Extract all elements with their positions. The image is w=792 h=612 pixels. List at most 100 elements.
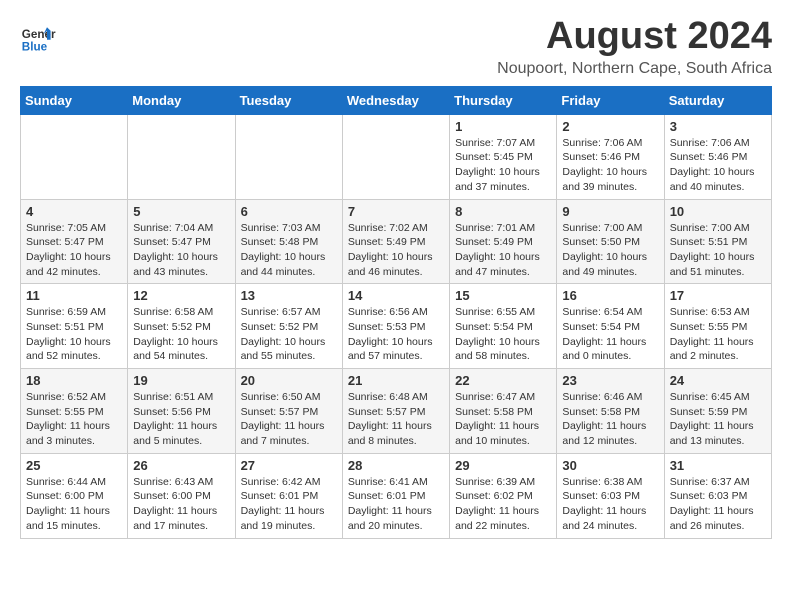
calendar-cell xyxy=(342,114,449,199)
day-number: 20 xyxy=(241,373,337,388)
day-number: 8 xyxy=(455,204,551,219)
day-info: Sunrise: 6:57 AM Sunset: 5:52 PM Dayligh… xyxy=(241,305,337,364)
calendar-cell: 13 Sunrise: 6:57 AM Sunset: 5:52 PM Dayli… xyxy=(235,284,342,369)
day-number: 29 xyxy=(455,458,551,473)
day-info: Sunrise: 6:55 AM Sunset: 5:54 PM Dayligh… xyxy=(455,305,551,364)
day-number: 17 xyxy=(670,288,766,303)
calendar-cell xyxy=(235,114,342,199)
calendar-cell xyxy=(128,114,235,199)
calendar-cell: 14Sunrise: 6:56 AM Sunset: 5:53 PM Dayli… xyxy=(342,284,449,369)
day-info: Sunrise: 6:50 AM Sunset: 5:57 PM Dayligh… xyxy=(241,390,337,449)
calendar-cell: 7 Sunrise: 7:02 AM Sunset: 5:49 PM Daylig… xyxy=(342,199,449,284)
calendar-header-saturday: Saturday xyxy=(664,86,771,114)
calendar-header-friday: Friday xyxy=(557,86,664,114)
calendar-header-tuesday: Tuesday xyxy=(235,86,342,114)
day-number: 11 xyxy=(26,288,122,303)
svg-text:Blue: Blue xyxy=(22,41,48,54)
day-number: 18 xyxy=(26,373,122,388)
calendar-cell: 24 Sunrise: 6:45 AM Sunset: 5:59 PM Dayli… xyxy=(664,369,771,454)
day-info: Sunrise: 6:44 AM Sunset: 6:00 PM Dayligh… xyxy=(26,475,122,534)
calendar-cell: 3 Sunrise: 7:06 AM Sunset: 5:46 PM Daylig… xyxy=(664,114,771,199)
day-info: Sunrise: 7:04 AM Sunset: 5:47 PM Dayligh… xyxy=(133,221,229,280)
day-info: Sunrise: 6:58 AM Sunset: 5:52 PM Dayligh… xyxy=(133,305,229,364)
day-info: Sunrise: 6:38 AM Sunset: 6:03 PM Dayligh… xyxy=(562,475,658,534)
day-info: Sunrise: 6:37 AM Sunset: 6:03 PM Dayligh… xyxy=(670,475,766,534)
day-number: 16 xyxy=(562,288,658,303)
day-number: 22 xyxy=(455,373,551,388)
main-title: August 2024 xyxy=(497,16,772,58)
day-info: Sunrise: 6:54 AM Sunset: 5:54 PM Dayligh… xyxy=(562,305,658,364)
calendar-cell: 18 Sunrise: 6:52 AM Sunset: 5:55 PM Dayli… xyxy=(21,369,128,454)
day-number: 28 xyxy=(348,458,444,473)
day-info: Sunrise: 7:06 AM Sunset: 5:46 PM Dayligh… xyxy=(670,136,766,195)
day-info: Sunrise: 6:59 AM Sunset: 5:51 PM Dayligh… xyxy=(26,305,122,364)
calendar-cell: 4Sunrise: 7:05 AM Sunset: 5:47 PM Daylig… xyxy=(21,199,128,284)
day-info: Sunrise: 6:46 AM Sunset: 5:58 PM Dayligh… xyxy=(562,390,658,449)
calendar-cell: 12 Sunrise: 6:58 AM Sunset: 5:52 PM Dayli… xyxy=(128,284,235,369)
day-number: 9 xyxy=(562,204,658,219)
day-info: Sunrise: 7:07 AM Sunset: 5:45 PM Dayligh… xyxy=(455,136,551,195)
calendar-cell: 20 Sunrise: 6:50 AM Sunset: 5:57 PM Dayli… xyxy=(235,369,342,454)
day-info: Sunrise: 7:00 AM Sunset: 5:50 PM Dayligh… xyxy=(562,221,658,280)
day-info: Sunrise: 6:51 AM Sunset: 5:56 PM Dayligh… xyxy=(133,390,229,449)
calendar-cell: 29Sunrise: 6:39 AM Sunset: 6:02 PM Dayli… xyxy=(450,453,557,538)
day-info: Sunrise: 6:53 AM Sunset: 5:55 PM Dayligh… xyxy=(670,305,766,364)
day-number: 14 xyxy=(348,288,444,303)
day-number: 27 xyxy=(241,458,337,473)
day-info: Sunrise: 7:06 AM Sunset: 5:46 PM Dayligh… xyxy=(562,136,658,195)
calendar-week-row: 4Sunrise: 7:05 AM Sunset: 5:47 PM Daylig… xyxy=(21,199,772,284)
day-info: Sunrise: 6:52 AM Sunset: 5:55 PM Dayligh… xyxy=(26,390,122,449)
header: General Blue August 2024 Noupoort, North… xyxy=(20,16,772,78)
calendar-cell: 16 Sunrise: 6:54 AM Sunset: 5:54 PM Dayli… xyxy=(557,284,664,369)
calendar-cell: 19Sunrise: 6:51 AM Sunset: 5:56 PM Dayli… xyxy=(128,369,235,454)
day-info: Sunrise: 6:41 AM Sunset: 6:01 PM Dayligh… xyxy=(348,475,444,534)
calendar-header-row: SundayMondayTuesdayWednesdayThursdayFrid… xyxy=(21,86,772,114)
day-info: Sunrise: 6:43 AM Sunset: 6:00 PM Dayligh… xyxy=(133,475,229,534)
calendar-week-row: 18 Sunrise: 6:52 AM Sunset: 5:55 PM Dayli… xyxy=(21,369,772,454)
calendar-cell: 30 Sunrise: 6:38 AM Sunset: 6:03 PM Dayli… xyxy=(557,453,664,538)
calendar-week-row: 1 Sunrise: 7:07 AM Sunset: 5:45 PM Daylig… xyxy=(21,114,772,199)
day-number: 25 xyxy=(26,458,122,473)
calendar-cell: 21Sunrise: 6:48 AM Sunset: 5:57 PM Dayli… xyxy=(342,369,449,454)
day-number: 2 xyxy=(562,119,658,134)
calendar-cell: 26Sunrise: 6:43 AM Sunset: 6:00 PM Dayli… xyxy=(128,453,235,538)
day-number: 5 xyxy=(133,204,229,219)
day-number: 6 xyxy=(241,204,337,219)
calendar-cell: 25 Sunrise: 6:44 AM Sunset: 6:00 PM Dayli… xyxy=(21,453,128,538)
day-number: 7 xyxy=(348,204,444,219)
calendar-cell: 27Sunrise: 6:42 AM Sunset: 6:01 PM Dayli… xyxy=(235,453,342,538)
calendar-cell: 1 Sunrise: 7:07 AM Sunset: 5:45 PM Daylig… xyxy=(450,114,557,199)
calendar-cell: 31 Sunrise: 6:37 AM Sunset: 6:03 PM Dayli… xyxy=(664,453,771,538)
calendar-cell: 5 Sunrise: 7:04 AM Sunset: 5:47 PM Daylig… xyxy=(128,199,235,284)
title-block: August 2024 Noupoort, Northern Cape, Sou… xyxy=(497,16,772,78)
day-number: 13 xyxy=(241,288,337,303)
day-number: 1 xyxy=(455,119,551,134)
day-number: 24 xyxy=(670,373,766,388)
day-info: Sunrise: 7:05 AM Sunset: 5:47 PM Dayligh… xyxy=(26,221,122,280)
calendar-table: SundayMondayTuesdayWednesdayThursdayFrid… xyxy=(20,86,772,539)
calendar-week-row: 11 Sunrise: 6:59 AM Sunset: 5:51 PM Dayli… xyxy=(21,284,772,369)
calendar-cell: 28 Sunrise: 6:41 AM Sunset: 6:01 PM Dayli… xyxy=(342,453,449,538)
logo: General Blue xyxy=(20,20,60,56)
day-number: 3 xyxy=(670,119,766,134)
day-info: Sunrise: 7:02 AM Sunset: 5:49 PM Dayligh… xyxy=(348,221,444,280)
calendar-cell: 15Sunrise: 6:55 AM Sunset: 5:54 PM Dayli… xyxy=(450,284,557,369)
day-number: 30 xyxy=(562,458,658,473)
calendar-cell: 22 Sunrise: 6:47 AM Sunset: 5:58 PM Dayli… xyxy=(450,369,557,454)
calendar-cell: 2 Sunrise: 7:06 AM Sunset: 5:46 PM Daylig… xyxy=(557,114,664,199)
day-number: 31 xyxy=(670,458,766,473)
logo-icon: General Blue xyxy=(20,20,56,56)
day-info: Sunrise: 7:00 AM Sunset: 5:51 PM Dayligh… xyxy=(670,221,766,280)
calendar-cell: 17 Sunrise: 6:53 AM Sunset: 5:55 PM Dayli… xyxy=(664,284,771,369)
subtitle: Noupoort, Northern Cape, South Africa xyxy=(497,60,772,78)
calendar-cell xyxy=(21,114,128,199)
day-number: 12 xyxy=(133,288,229,303)
calendar-header-thursday: Thursday xyxy=(450,86,557,114)
calendar-cell: 8 Sunrise: 7:01 AM Sunset: 5:49 PM Daylig… xyxy=(450,199,557,284)
day-info: Sunrise: 6:48 AM Sunset: 5:57 PM Dayligh… xyxy=(348,390,444,449)
day-info: Sunrise: 6:45 AM Sunset: 5:59 PM Dayligh… xyxy=(670,390,766,449)
day-info: Sunrise: 6:47 AM Sunset: 5:58 PM Dayligh… xyxy=(455,390,551,449)
calendar-cell: 6Sunrise: 7:03 AM Sunset: 5:48 PM Daylig… xyxy=(235,199,342,284)
calendar-cell: 10Sunrise: 7:00 AM Sunset: 5:51 PM Dayli… xyxy=(664,199,771,284)
day-info: Sunrise: 7:01 AM Sunset: 5:49 PM Dayligh… xyxy=(455,221,551,280)
